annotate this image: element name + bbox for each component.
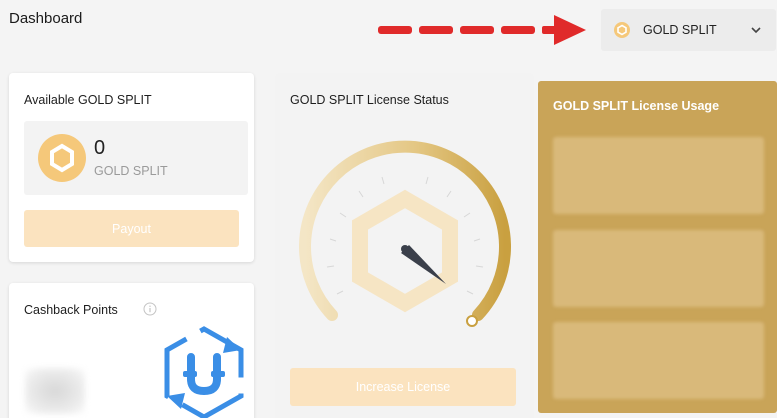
info-icon[interactable] <box>143 302 157 316</box>
cashback-card-title: Cashback Points <box>24 303 118 317</box>
usage-block-blurred <box>553 230 764 307</box>
license-usage-title: GOLD SPLIT License Usage <box>553 99 720 113</box>
increase-license-button[interactable]: Increase License <box>290 368 516 406</box>
usage-block-blurred <box>553 322 764 399</box>
balance-box: 0 GOLD SPLIT <box>24 121 248 195</box>
usage-block-blurred <box>553 137 764 214</box>
license-status-title: GOLD SPLIT License Status <box>290 93 449 107</box>
gold-coin-icon <box>38 134 86 182</box>
license-usage-card: GOLD SPLIT License Usage <box>538 81 777 413</box>
cashback-points-card: Cashback Points <box>9 283 254 418</box>
available-card-title: Available GOLD SPLIT <box>24 93 152 107</box>
cashback-refresh-icon <box>164 326 244 418</box>
balance-unit: GOLD SPLIT <box>94 164 168 178</box>
balance-amount: 0 <box>94 137 106 159</box>
token-selector-label: GOLD SPLIT <box>643 23 717 37</box>
token-selector-dropdown[interactable]: GOLD SPLIT <box>601 9 776 51</box>
chevron-down-icon <box>751 27 761 34</box>
coin-icon <box>614 22 630 38</box>
license-gauge <box>299 140 511 327</box>
license-status-card: GOLD SPLIT License Status Increase Licen… <box>275 73 534 418</box>
cashback-points-value-blurred <box>25 368 85 414</box>
page-title: Dashboard <box>9 10 83 27</box>
red-dashed-arrow-annotation <box>378 15 586 45</box>
payout-button[interactable]: Payout <box>24 210 239 247</box>
available-balance-card: Available GOLD SPLIT 0 GOLD SPLIT Payout <box>9 73 254 262</box>
